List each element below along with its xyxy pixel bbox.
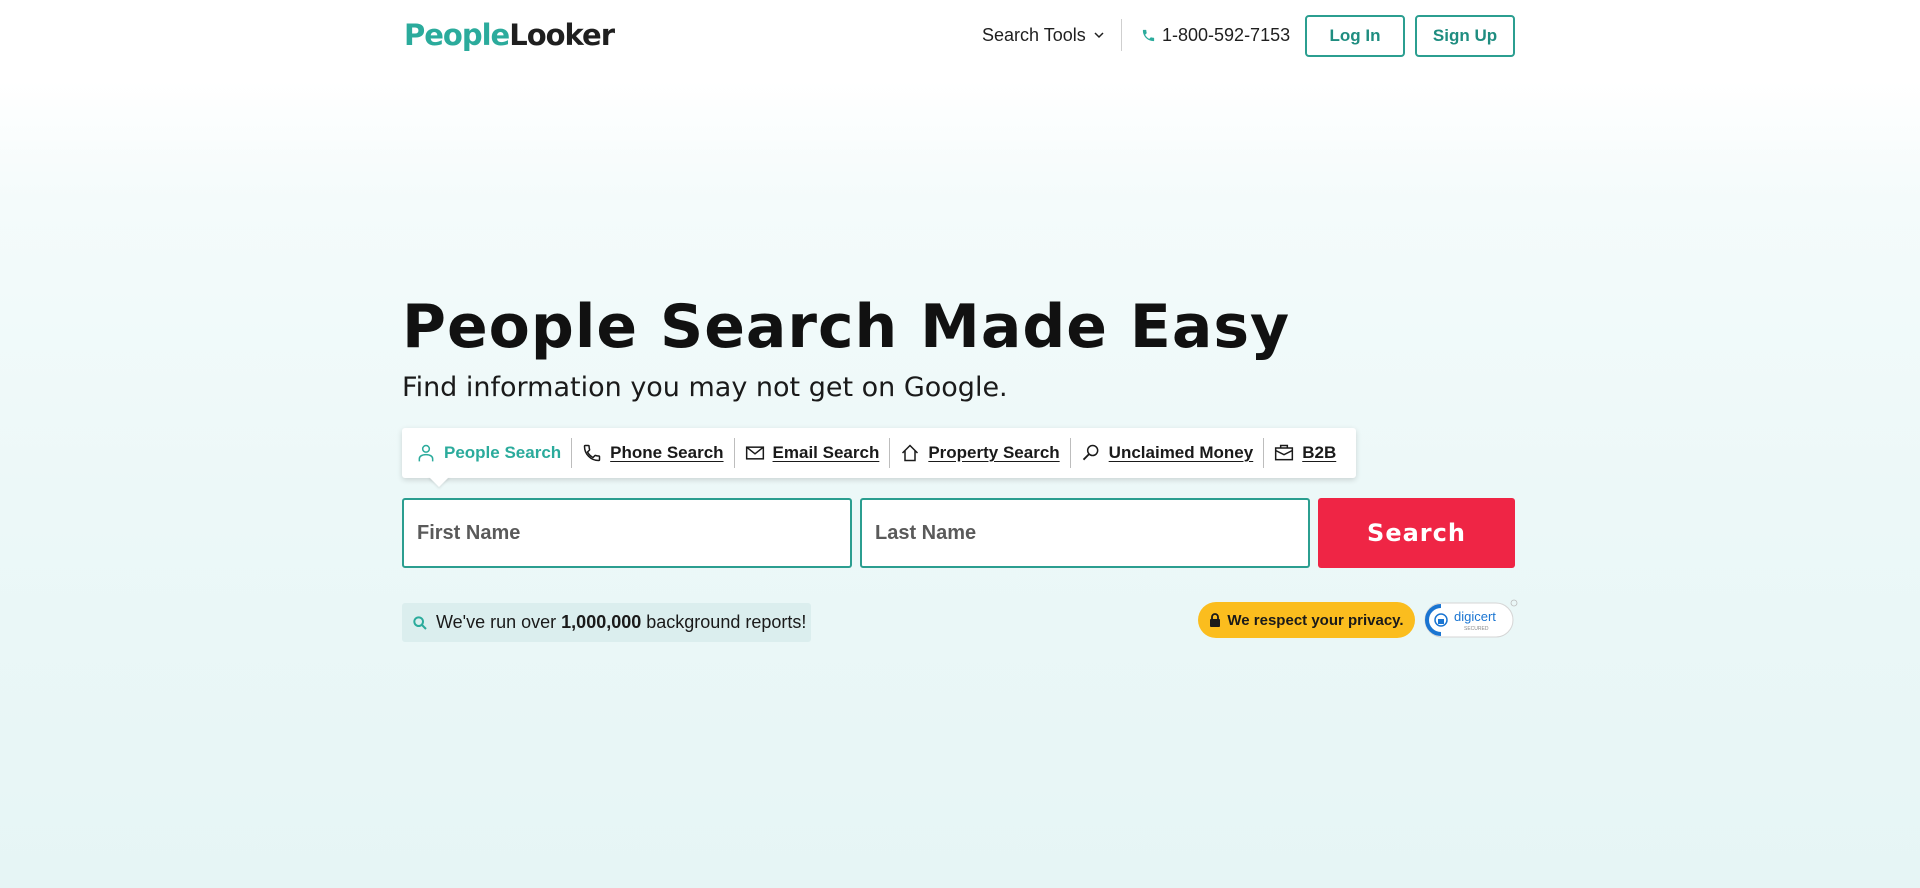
envelope-icon — [745, 446, 764, 460]
tab-b2b[interactable]: B2B — [1264, 438, 1346, 468]
magnifier-icon — [1082, 444, 1099, 461]
phone-number: 1-800-592-7153 — [1162, 24, 1291, 45]
privacy-label: We respect your privacy. — [1227, 611, 1404, 629]
active-tab-pointer — [428, 476, 450, 487]
header-divider — [1121, 19, 1122, 51]
digicert-secured: SECURED — [1464, 626, 1489, 632]
chevron-down-icon — [1094, 32, 1104, 39]
search-type-tabs: People Search Phone Search Email Search … — [402, 428, 1356, 478]
tab-email-search[interactable]: Email Search — [735, 438, 890, 468]
reports-count: 1,000,000 — [561, 612, 642, 632]
digicert-brand: digicert — [1454, 609, 1496, 624]
briefcase-icon — [1275, 444, 1294, 461]
reports-banner: We've run over 1,000,000 background repo… — [402, 603, 811, 642]
reports-text: We've run over 1,000,000 background repo… — [436, 612, 806, 633]
search-tools-menu[interactable]: Search Tools — [982, 24, 1104, 46]
page-title: People Search Made Easy — [402, 292, 1291, 362]
logo[interactable]: PeopleLooker — [404, 17, 615, 53]
first-name-input[interactable] — [402, 498, 852, 568]
tab-label: People Search — [444, 443, 562, 462]
tab-label: Email Search — [772, 443, 880, 462]
privacy-badge[interactable]: We respect your privacy. — [1198, 602, 1415, 638]
last-name-input[interactable] — [860, 498, 1310, 568]
logo-part-people: People — [404, 18, 510, 52]
lock-icon — [1210, 613, 1221, 627]
tab-people-search[interactable]: People Search — [416, 438, 571, 468]
tab-label: Property Search — [928, 443, 1060, 462]
tab-unclaimed-money[interactable]: Unclaimed Money — [1071, 438, 1264, 468]
reports-prefix: We've run over — [436, 612, 557, 632]
tab-label: Unclaimed Money — [1108, 443, 1254, 462]
person-icon — [418, 444, 434, 462]
signup-button[interactable]: Sign Up — [1415, 15, 1515, 57]
phone-link[interactable]: 1-800-592-7153 — [1141, 24, 1290, 46]
house-icon — [902, 444, 919, 462]
search-button[interactable]: Search — [1318, 498, 1515, 568]
logo-part-looker: Looker — [509, 18, 615, 52]
login-button[interactable]: Log In — [1305, 15, 1405, 57]
digicert-seal[interactable]: digicert SECURED — [1424, 599, 1518, 639]
site-header: PeopleLooker Search Tools 1-800-592-7153… — [0, 0, 1920, 72]
tab-label: B2B — [1302, 443, 1337, 462]
phone-icon — [583, 444, 601, 462]
search-tools-label: Search Tools — [982, 24, 1086, 45]
tab-phone-search[interactable]: Phone Search — [572, 438, 733, 468]
tab-label: Phone Search — [610, 443, 724, 462]
tab-property-search[interactable]: Property Search — [890, 438, 1069, 468]
page-subtitle: Find information you may not get on Goog… — [402, 372, 1008, 403]
reports-suffix: background reports! — [646, 612, 807, 632]
search-icon — [413, 615, 427, 630]
phone-icon — [1142, 29, 1155, 41]
